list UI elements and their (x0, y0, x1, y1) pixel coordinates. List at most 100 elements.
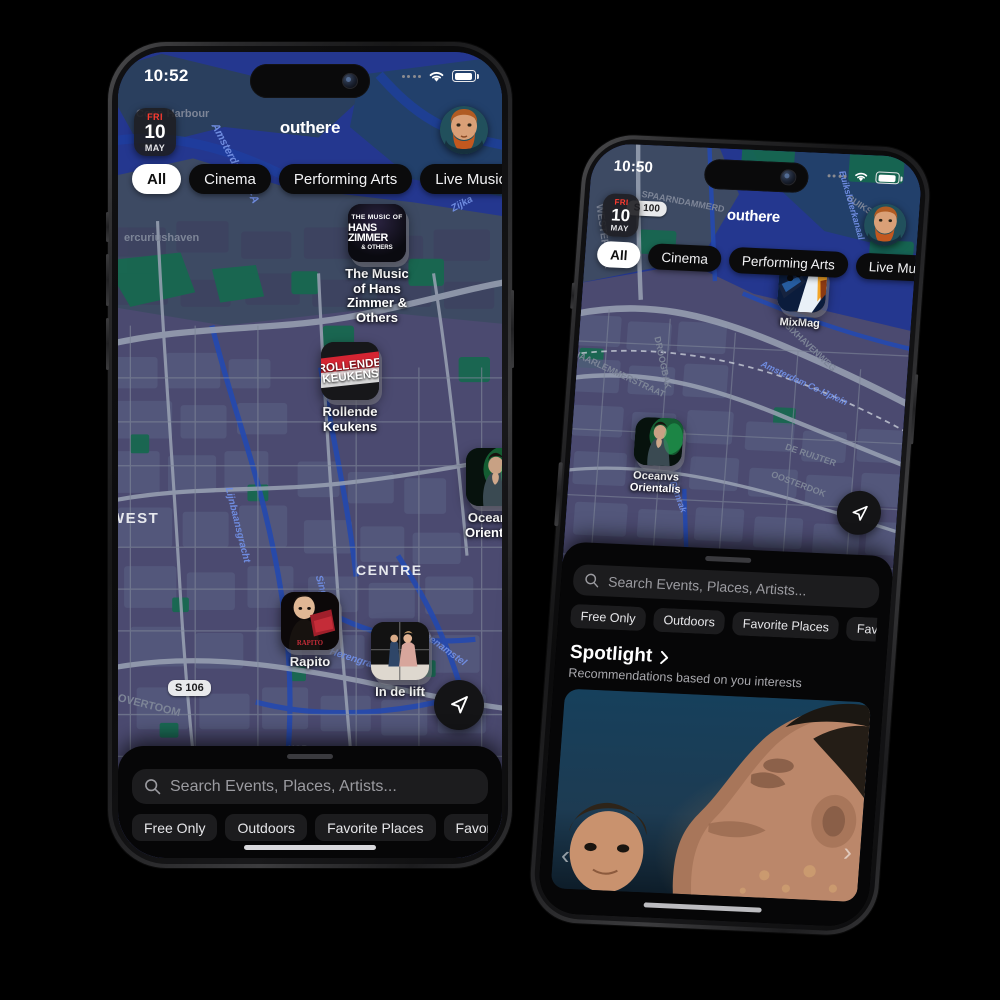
volume-up-button[interactable] (106, 254, 109, 306)
category-chip-live-music[interactable]: Live Music (420, 164, 502, 194)
locate-me-button[interactable] (434, 680, 484, 730)
category-chip-performing-arts[interactable]: Performing Arts (727, 246, 849, 279)
status-time: 10:50 (613, 157, 654, 176)
spotlight-title: Spotlight (569, 641, 654, 667)
wifi-icon (855, 172, 868, 182)
quick-filter-favorite-artists[interactable]: Favorite Artists (443, 814, 488, 841)
search-input[interactable]: Search Events, Places, Artists... (572, 563, 881, 609)
status-icons (827, 169, 901, 185)
bottom-sheet-left[interactable]: Search Events, Places, Artists... Free O… (118, 746, 502, 858)
search-input[interactable]: Search Events, Places, Artists... (132, 769, 488, 804)
battery-icon (875, 171, 901, 185)
avatar-portrait-icon (440, 106, 488, 154)
status-icons (401, 70, 479, 83)
map-pin-label: Oceanvs Orientalis (629, 469, 681, 497)
date-month: MAY (144, 142, 166, 153)
map-pin-label: Rapito (289, 654, 331, 669)
volume-down-button[interactable] (106, 318, 109, 370)
phone-screen: Coen HarbourercuriushavenAmsterdam Cs-AZ… (118, 52, 502, 858)
category-chip-label: Live Music (435, 170, 502, 188)
sheet-grabber[interactable] (287, 754, 333, 759)
home-indicator (643, 902, 762, 913)
phone-screen: WESTERDOK SPAARNDAMMERD HAARLEMMERSTRAAT DR… (536, 142, 924, 928)
quick-filter-outdoors[interactable]: Outdoors (225, 814, 308, 841)
category-chip-label: Cinema (204, 170, 256, 188)
battery-icon (452, 70, 479, 82)
map-pin-artwork (632, 416, 685, 467)
quick-filter-favorite-places[interactable]: Favorite Places (731, 611, 840, 640)
category-chip-label: Performing Arts (741, 252, 836, 273)
category-chip-cinema[interactable]: Cinema (189, 164, 271, 194)
phone-left: Coen HarbourercuriushavenAmsterdam Cs-AZ… (106, 42, 514, 868)
quick-filter-favorite-artists[interactable]: Favorite Artists (846, 616, 878, 642)
spotlight-photo (550, 688, 872, 902)
map-pin-thumbnail: RAPITO (281, 592, 339, 650)
category-chip-label: Cinema (660, 249, 709, 267)
search-icon (145, 779, 161, 795)
map-pin-thumbnail (466, 448, 502, 506)
bottom-sheet-right[interactable]: Search Events, Places, Artists... Free O… (536, 541, 894, 928)
front-camera-icon (342, 73, 358, 89)
user-avatar[interactable] (440, 106, 488, 154)
map-pin[interactable]: Oceanvs Orientalis (624, 416, 692, 496)
svg-text:RAPITO: RAPITO (297, 640, 323, 647)
map-pin[interactable]: ROLLENDE KEUKENS Rollende Keukens (313, 342, 387, 434)
map-pin[interactable]: THE MUSIC OF HANS ZIMMER & OTHERS The Music… (340, 204, 414, 325)
front-camera-icon (779, 169, 797, 186)
map-pin-thumbnail: ROLLENDE KEUKENS (321, 342, 379, 400)
map-pin-label: MixMag (779, 316, 821, 330)
map-pin-thumbnail (371, 622, 429, 680)
phone-right: WESTERDOK SPAARNDAMMERD HAARLEMMERSTRAAT DR… (527, 133, 933, 937)
date-month: MAY (610, 223, 630, 234)
user-avatar[interactable] (862, 202, 908, 247)
map-pin-label: Oceanvs Orientalis (465, 510, 502, 540)
quick-filter-row-right[interactable]: Free Only Outdoors Favorite Places Favorite… (569, 603, 878, 642)
map-pin-artwork (466, 448, 502, 506)
map-pin[interactable]: Oceanvs Orientalis (458, 448, 502, 540)
map-pin-artwork: RAPITO (281, 592, 339, 650)
category-chip-live-music[interactable]: Live Music (854, 252, 924, 283)
category-chip-label: All (609, 246, 629, 263)
map-pin[interactable]: RAPITO Rapito (273, 592, 347, 670)
quick-filter-free-only[interactable]: Free Only (569, 603, 647, 632)
map-pin[interactable]: In de lift (363, 622, 437, 700)
navigation-arrow-icon (451, 696, 468, 714)
category-chip-performing-arts[interactable]: Performing Arts (278, 164, 413, 194)
home-indicator (244, 845, 376, 850)
quick-filter-outdoors[interactable]: Outdoors (652, 607, 726, 635)
quick-filter-row-left[interactable]: Free Only Outdoors Favorite Places Favorite… (132, 814, 488, 841)
power-button[interactable] (511, 290, 514, 368)
signal-dots-icon (827, 173, 847, 178)
navigation-arrow-icon (852, 505, 868, 521)
category-chip-cinema[interactable]: Cinema (647, 243, 722, 273)
category-chip-all[interactable]: All (596, 240, 642, 269)
road-shield: S 106 (168, 680, 211, 696)
category-chip-label: Performing Arts (293, 170, 398, 188)
map-pin-artwork: ROLLENDE KEUKENS (321, 342, 379, 400)
scene: Coen HarbourercuriushavenAmsterdam Cs-AZ… (0, 0, 1000, 1000)
avatar-portrait-icon (864, 203, 907, 247)
search-icon (585, 573, 599, 588)
map-top-bar-left: FRI 10 MAY outhere (118, 104, 502, 158)
map-pin-label: Rollende Keukens (322, 404, 378, 434)
category-chip-label: All (147, 170, 167, 188)
map-pin-thumbnail: THE MUSIC OF HANS ZIMMER & OTHERS (348, 204, 406, 262)
search-placeholder: Search Events, Places, Artists... (170, 777, 397, 795)
dynamic-island (703, 158, 810, 194)
wifi-icon (429, 71, 444, 82)
map-pin-label: In de lift (375, 684, 425, 699)
map-pin-label: The Music of Hans Zimmer & Others (345, 266, 409, 325)
signal-dots-icon (401, 74, 421, 78)
status-time: 10:52 (144, 66, 189, 85)
chevron-right-icon (660, 650, 669, 664)
map-pin-artwork: THE MUSIC OF HANS ZIMMER & OTHERS (348, 204, 406, 262)
map-pin-thumbnail (632, 416, 685, 467)
volume-buttons[interactable] (106, 212, 109, 242)
spotlight-card[interactable]: ‹ › (550, 688, 872, 902)
quick-filter-free-only[interactable]: Free Only (132, 814, 218, 841)
category-chip-all[interactable]: All (132, 164, 182, 194)
category-filter-row-left[interactable]: All Cinema Performing Arts Live Music (132, 164, 502, 194)
dynamic-island (250, 64, 370, 98)
quick-filter-favorite-places[interactable]: Favorite Places (315, 814, 436, 841)
sheet-grabber[interactable] (705, 555, 752, 563)
